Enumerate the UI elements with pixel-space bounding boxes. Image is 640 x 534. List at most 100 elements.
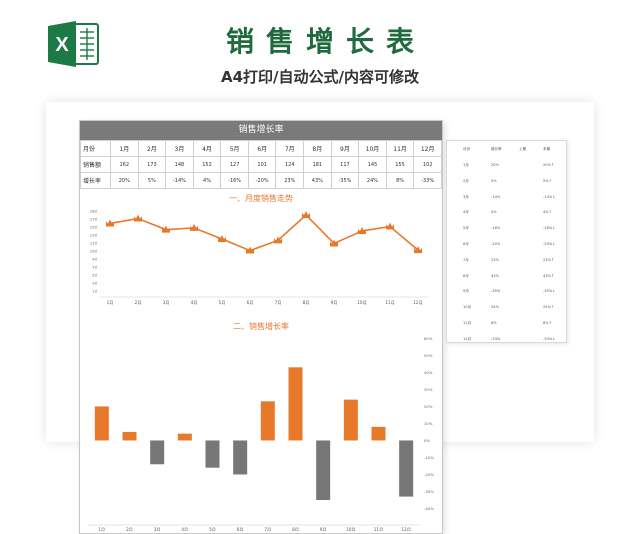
table-header-cell: 11月: [385, 140, 415, 157]
bar: [260, 401, 275, 441]
line-y-tick-label: 100: [90, 249, 98, 254]
table-header-row: 月份 1月 2月 3月 4月 5月 6月 7月 8月 9月 10月 11月 12…: [80, 140, 442, 157]
side-table-cell: 4%↑: [543, 210, 552, 215]
table-row-label: 销售额: [80, 156, 111, 173]
table-header-cell: 5月: [220, 140, 249, 157]
sales-table: 月份 1月 2月 3月 4月 5月 6月 7月 8月 9月 10月 11月 12…: [80, 140, 442, 189]
line-x-tick-label: 6月: [247, 300, 254, 306]
side-table-cell: 23%↑: [543, 257, 554, 262]
bar-y-tick-label: 50%: [424, 353, 433, 358]
bar-x-tick-label: 12月: [401, 527, 411, 531]
table-header-cell: 1月: [110, 140, 139, 157]
bar: [150, 440, 165, 465]
side-table-cell: 7月: [463, 257, 469, 262]
side-table-cell: -16%: [491, 226, 501, 231]
table-cell: 124: [275, 156, 305, 173]
line-x-tick-label: 7月: [275, 300, 282, 306]
side-table-cell: 24%: [491, 305, 499, 310]
side-table-cell: 5月: [463, 226, 469, 231]
bar-x-tick-label: 5月: [209, 527, 216, 531]
table-header-cell: 3月: [165, 140, 194, 157]
bar-x-tick-label: 10月: [346, 527, 356, 531]
bar-y-tick-label: -40%: [424, 506, 434, 511]
table-row: 销售额 162 173 148 152 127 101 124 181 117 …: [80, 156, 442, 173]
bar-chart: 60% 50% 40% 30% 20% 10% 0% -10% -20% -30% -40% 1月 2月…: [88, 336, 434, 531]
table-cell: 8%: [385, 172, 415, 189]
bar: [288, 367, 303, 441]
bar-y-tick-label: 40%: [424, 370, 433, 375]
crown-marker: [218, 235, 226, 242]
line-y-tick-label: 110: [90, 241, 98, 246]
bar-y-tick-label: 20%: [424, 404, 433, 409]
table-cell: 148: [165, 156, 194, 173]
bar-x-tick-label: 3月: [154, 527, 161, 531]
bar-x-tick-label: 4月: [181, 527, 188, 531]
line-y-tick-label: 130: [90, 233, 98, 238]
line-x-tick-label: 5月: [219, 300, 226, 306]
side-table-cell: -20%: [491, 242, 501, 246]
line-chart: 180 170 150 130 110 100 90 70 50 30 10 1月 2月 3月 4月 5月 6月…: [90, 209, 428, 306]
side-table-cell: -35%↓: [543, 289, 556, 294]
table-header-cell: 12月: [413, 140, 442, 157]
table-row: 增长率 20% 5% -14% 4% -16% -20% 23% 43% -35…: [80, 172, 442, 189]
table-cell: -35%: [330, 172, 360, 189]
line-x-tick-label: 3月: [163, 300, 170, 306]
line-y-tick-label: 150: [90, 225, 98, 230]
bar: [94, 406, 109, 441]
side-table-cell: 月份: [463, 147, 471, 151]
bar-y-tick-label: 10%: [424, 421, 433, 426]
bar-x-tick-label: 6月: [237, 527, 244, 531]
table-cell: 43%: [303, 172, 332, 189]
side-table-cell: 上期: [519, 147, 527, 151]
line-y-tick-label: 170: [90, 217, 98, 222]
crown-marker: [302, 211, 310, 218]
line-x-tick-label: 8月: [303, 300, 310, 306]
side-table: 月份 增长率 上期 本期 1月 20% 20%↑ 2月 5% 5%↑ 3月 -14% -14%↓ 4月 4%…: [446, 140, 567, 343]
table-cell: -33%: [413, 172, 442, 189]
bar-y-tick-label: 0%: [424, 438, 430, 443]
side-table-cell: 6月: [463, 242, 469, 246]
table-cell: 102: [413, 156, 442, 173]
table-cell: 173: [137, 156, 167, 173]
table-cell: 5%: [137, 172, 167, 189]
side-table-cell: 23%: [491, 257, 499, 262]
preview-stage: 销售增长率 月份 1月 2月 3月 4月 5月 6月 7月 8月 9月 10月 …: [46, 102, 594, 534]
bar: [205, 440, 220, 468]
side-table-cell: 4月: [463, 210, 469, 215]
bar: [122, 431, 137, 441]
table-cell: -16%: [220, 172, 249, 189]
side-table-cell: 43%: [491, 273, 499, 278]
table-cell: 127: [220, 156, 249, 173]
line-y-tick-label: 70: [92, 265, 97, 270]
bar-y-tick-label: 30%: [424, 387, 433, 392]
side-table-cell: 8月: [463, 273, 469, 278]
table-cell: 101: [247, 156, 277, 173]
line-y-tick-label: 90: [92, 257, 97, 262]
side-table-cell: 20%↑: [543, 163, 554, 167]
line-x-tick-label: 10月: [357, 300, 367, 306]
table-cell: 23%: [275, 172, 305, 189]
table-header-cell: 6月: [247, 140, 277, 157]
side-table-cell: 10月: [463, 305, 472, 310]
side-table-cell: 12月: [463, 336, 472, 341]
bar-x-tick-label: 7月: [264, 527, 271, 531]
table-header-cell: 4月: [192, 140, 222, 157]
line-x-tick-label: 12月: [413, 300, 423, 306]
side-table-cell: 3月: [463, 194, 469, 199]
table-cell: 155: [385, 156, 415, 173]
line-x-tick-label: 9月: [331, 300, 338, 306]
table-cell: -20%: [247, 172, 277, 189]
line-y-tick-label: 50: [92, 273, 97, 278]
table-cell: 24%: [358, 172, 387, 189]
line-x-tick-label: 11月: [385, 300, 395, 306]
bar: [177, 433, 192, 441]
line-y-tick-label: 180: [90, 209, 98, 214]
side-table-cell: 1月: [463, 163, 469, 167]
bar-x-tick-label: 8月: [292, 527, 299, 531]
side-table-cell: 2月: [463, 178, 469, 183]
line-y-tick-label: 30: [92, 281, 97, 286]
table-row-label: 增长率: [80, 172, 111, 189]
bar-y-tick-label: -30%: [424, 489, 434, 494]
line-x-tick-label: 4月: [191, 300, 198, 306]
side-table-cell: 本期: [543, 147, 551, 151]
